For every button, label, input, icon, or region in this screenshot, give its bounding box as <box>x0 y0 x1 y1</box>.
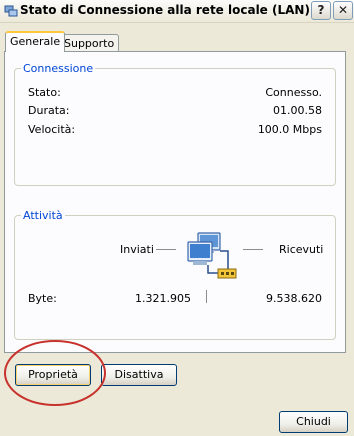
bytes-sent-value: 1.321.905 <box>135 292 191 305</box>
status-value: Connesso. <box>265 86 322 99</box>
received-label: Ricevuti <box>279 243 324 256</box>
bytes-separator <box>206 290 207 303</box>
sent-label: Inviati <box>120 243 154 256</box>
bytes-label: Byte: <box>28 292 57 305</box>
network-connection-icon <box>4 5 18 17</box>
close-button[interactable]: Chiudi <box>279 411 348 433</box>
properties-button[interactable]: Proprietà <box>15 364 91 386</box>
disable-button[interactable]: Disattiva <box>101 364 177 386</box>
activity-group-title: Attività <box>23 209 63 222</box>
network-computers-icon <box>187 232 237 279</box>
bytes-received-value: 9.538.620 <box>266 292 322 305</box>
duration-label: Durata: <box>28 104 70 117</box>
speed-value: 100.0 Mbps <box>257 123 322 136</box>
connection-group-title: Connessione <box>23 62 94 75</box>
sent-dash <box>156 249 176 250</box>
title-bar: Stato di Connessione alla rete locale (L… <box>0 0 354 23</box>
tab-generale[interactable]: Generale <box>5 31 66 52</box>
tab-supporto[interactable]: Supporto <box>59 34 120 52</box>
close-window-button[interactable]: ✕ <box>333 1 353 20</box>
activity-group: Attività <box>14 209 336 340</box>
duration-value: 01.00.58 <box>273 104 322 117</box>
speed-label: Velocità: <box>28 123 76 136</box>
help-button[interactable]: ? <box>311 1 331 20</box>
received-dash <box>243 249 263 250</box>
status-label: Stato: <box>28 86 61 99</box>
window-title: Stato di Connessione alla rete locale (L… <box>20 3 310 17</box>
